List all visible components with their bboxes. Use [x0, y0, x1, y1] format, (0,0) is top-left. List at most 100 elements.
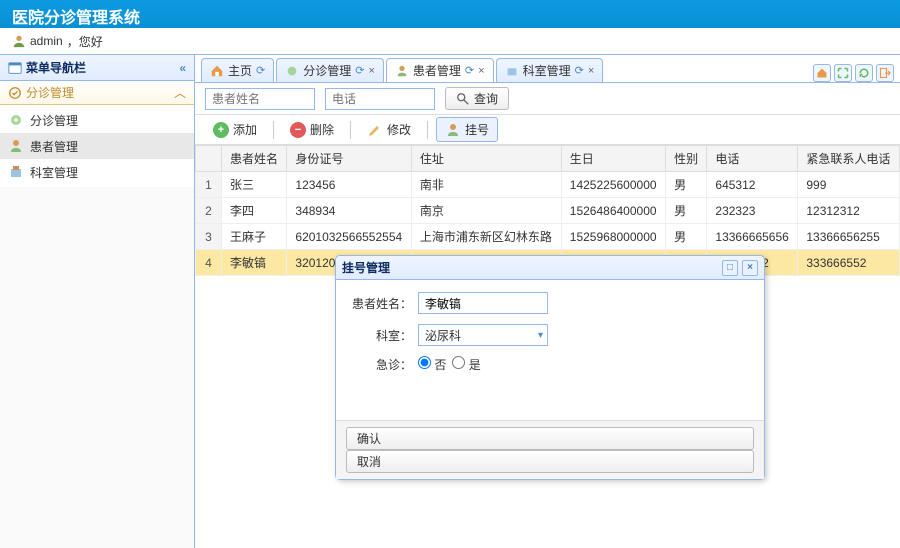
urgent-label: 急诊：: [352, 356, 412, 373]
urgent-yes-option[interactable]: 是: [452, 356, 480, 373]
fullscreen-button[interactable]: [834, 64, 852, 82]
row-number: 3: [196, 224, 222, 250]
col-birth[interactable]: 生日: [561, 146, 665, 172]
separator: [427, 121, 428, 139]
tabs-bar: 主页 ⟳ 分诊管理 ⟳ × 患者管理 ⟳ × 科室管理: [195, 55, 900, 83]
cell-id: 6201032566552554: [287, 224, 412, 250]
urgent-no-radio[interactable]: [418, 356, 431, 369]
table-row[interactable]: 3 王麻子 6201032566552554 上海市浦东新区幻林东路 15259…: [196, 224, 900, 250]
edit-label: 修改: [387, 121, 411, 138]
cell-name: 王麻子: [222, 224, 287, 250]
col-id[interactable]: 身份证号: [287, 146, 412, 172]
sidebar: 菜单导航栏 « 分诊管理 ︿ 分诊管理: [0, 55, 195, 548]
register-button[interactable]: 挂号: [436, 117, 498, 142]
dept-select[interactable]: 泌尿科 ▾: [418, 324, 548, 346]
chevron-up-icon: ︿: [174, 84, 186, 101]
dialog-max-button[interactable]: □: [722, 260, 738, 276]
search-icon: [456, 92, 470, 106]
cell-birth: 1526486400000: [561, 198, 665, 224]
col-name[interactable]: 患者姓名: [222, 146, 287, 172]
delete-label: 删除: [310, 121, 334, 138]
register-dialog: 挂号管理 □ × 患者姓名： 科室： 泌尿科 ▾ 急诊： 否 是 确认 取消: [335, 255, 765, 480]
col-addr[interactable]: 住址: [411, 146, 561, 172]
tab-dept[interactable]: 科室管理 ⟳ ×: [496, 58, 604, 82]
group-icon: [8, 86, 22, 100]
tab-patients[interactable]: 患者管理 ⟳ ×: [386, 58, 494, 82]
home-button[interactable]: [813, 64, 831, 82]
reload-icon[interactable]: ⟳: [575, 64, 584, 77]
cell-birth: 1425225600000: [561, 172, 665, 198]
urgent-no-option[interactable]: 否: [418, 356, 446, 373]
reload-icon[interactable]: ⟳: [465, 64, 474, 77]
delete-button[interactable]: − 删除: [282, 118, 342, 141]
dept-icon: [8, 164, 24, 180]
reload-icon[interactable]: ⟳: [355, 64, 364, 77]
tab-label: 主页: [228, 62, 252, 79]
close-icon[interactable]: ×: [368, 65, 374, 77]
home-icon: [210, 64, 224, 78]
col-phone[interactable]: 电话: [707, 146, 798, 172]
close-icon[interactable]: ×: [588, 65, 594, 77]
dialog-title-bar[interactable]: 挂号管理 □ ×: [336, 256, 764, 280]
cell-name: 李四: [222, 198, 287, 224]
user-name: admin: [30, 34, 63, 48]
cell-addr: 上海市浦东新区幻林东路: [411, 224, 561, 250]
chevron-down-icon: ▾: [538, 330, 543, 341]
table-row[interactable]: 1 张三 123456 南非 1425225600000 男 645312 99…: [196, 172, 900, 198]
tab-label: 患者管理: [413, 62, 461, 79]
add-label: 添加: [233, 121, 257, 138]
nav-item-dept[interactable]: 科室管理: [0, 159, 194, 185]
accordion-header[interactable]: 分诊管理 ︿: [0, 81, 194, 105]
search-bar: 查询: [195, 83, 900, 115]
add-button[interactable]: + 添加: [205, 118, 265, 141]
tab-triage[interactable]: 分诊管理 ⟳ ×: [276, 58, 384, 82]
user-greeting: ，您好: [67, 33, 103, 50]
cell-phone: 232323: [707, 198, 798, 224]
urgent-yes-radio[interactable]: [452, 356, 465, 369]
col-sex[interactable]: 性别: [666, 146, 707, 172]
name-input[interactable]: [418, 292, 548, 314]
edit-button[interactable]: 修改: [359, 118, 419, 141]
cell-name: 张三: [222, 172, 287, 198]
reload-icon[interactable]: ⟳: [256, 64, 265, 77]
sidebar-title: 菜单导航栏: [26, 59, 86, 76]
search-button[interactable]: 查询: [445, 87, 509, 110]
cell-name: 李敏镐: [222, 250, 287, 276]
sidebar-collapse-icon[interactable]: «: [179, 61, 186, 75]
triage-icon: [285, 64, 299, 78]
dept-label: 科室：: [352, 327, 412, 344]
delete-icon: −: [290, 122, 306, 138]
ok-button[interactable]: 确认: [346, 427, 754, 450]
cell-ephone: 333666552: [798, 250, 900, 276]
row-number: 1: [196, 172, 222, 198]
name-label: 患者姓名：: [352, 295, 412, 312]
nav-item-triage[interactable]: 分诊管理: [0, 107, 194, 133]
cell-phone: 645312: [707, 172, 798, 198]
table-row[interactable]: 2 李四 348934 南京 1526486400000 男 232323 12…: [196, 198, 900, 224]
refresh-button[interactable]: [855, 64, 873, 82]
col-ephone[interactable]: 紧急联系人电话: [798, 146, 900, 172]
tab-home[interactable]: 主页 ⟳: [201, 58, 274, 82]
patient-icon: [395, 64, 409, 78]
cell-addr: 南非: [411, 172, 561, 198]
search-name-input[interactable]: [205, 88, 315, 110]
separator: [273, 121, 274, 139]
accordion-title: 分诊管理: [26, 84, 74, 101]
triage-icon: [8, 112, 24, 128]
logout-button[interactable]: [876, 64, 894, 82]
patient-icon: [8, 138, 24, 154]
dialog-close-button[interactable]: ×: [742, 260, 758, 276]
toolbar: + 添加 − 删除 修改 挂号: [195, 115, 900, 145]
cell-id: 348934: [287, 198, 412, 224]
cancel-button[interactable]: 取消: [346, 450, 754, 473]
row-number: 2: [196, 198, 222, 224]
add-icon: +: [213, 122, 229, 138]
cell-id: 123456: [287, 172, 412, 198]
cell-ephone: 13366656255: [798, 224, 900, 250]
close-icon[interactable]: ×: [478, 65, 484, 77]
nav-item-patients[interactable]: 患者管理: [0, 133, 194, 159]
cell-sex: 男: [666, 198, 707, 224]
cell-phone: 13366665656: [707, 224, 798, 250]
edit-icon: [367, 122, 383, 138]
search-phone-input[interactable]: [325, 88, 435, 110]
